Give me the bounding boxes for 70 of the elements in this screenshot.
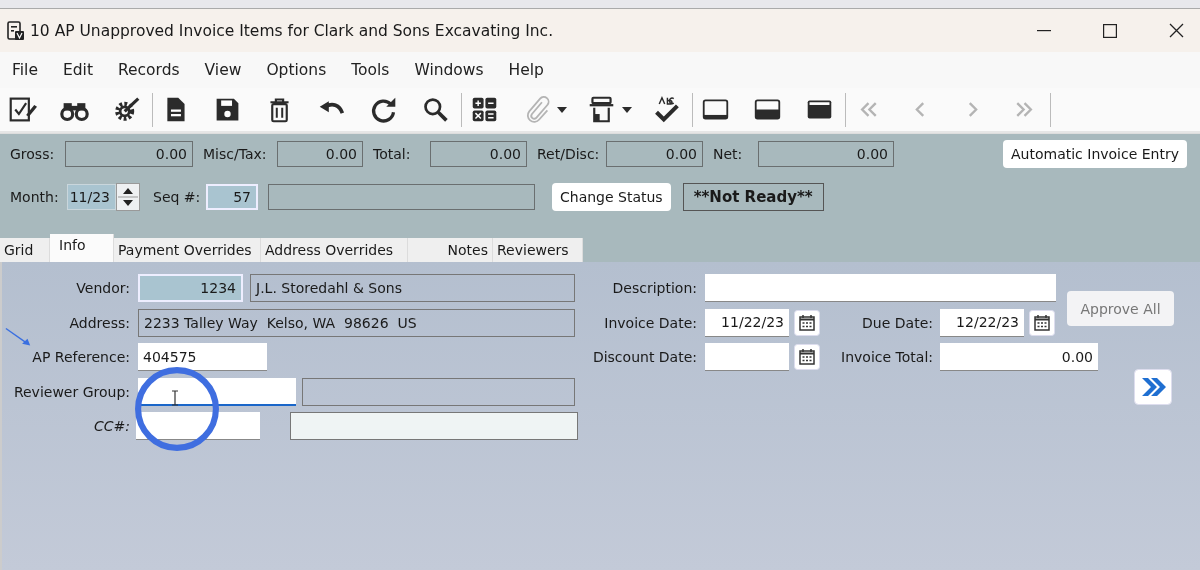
status-label: **Not Ready** <box>682 183 824 211</box>
due-date-field[interactable]: 12/22/23 <box>940 308 1024 337</box>
minimize-icon[interactable] <box>1037 29 1051 32</box>
text-cursor-icon <box>171 390 179 406</box>
field-label: Discount Date: <box>591 349 698 365</box>
month-field[interactable]: 11/23 <box>67 184 116 210</box>
field-label: Total: <box>373 146 412 162</box>
spellcheck-icon[interactable] <box>652 95 681 124</box>
calendar-icon[interactable] <box>794 309 820 336</box>
field-label: Reviewer Group: <box>12 383 131 400</box>
amount-field: 0.00 <box>277 141 363 167</box>
tab[interactable]: Info <box>50 234 114 262</box>
field-label: AP Reference: <box>31 349 131 365</box>
calendar-icon[interactable] <box>1029 309 1055 336</box>
menu-item[interactable]: Tools <box>351 61 390 79</box>
spinner-icon[interactable] <box>116 183 140 211</box>
field-label: Address: <box>68 314 131 331</box>
menu-item[interactable]: Windows <box>414 61 484 79</box>
field-label: Description: <box>611 280 698 296</box>
automatic-invoice-entry-button[interactable]: Automatic Invoice Entry <box>1003 140 1187 168</box>
tab[interactable]: Reviewers <box>493 238 583 262</box>
close-icon[interactable] <box>1169 23 1184 38</box>
menu-item[interactable]: Options <box>266 61 327 79</box>
sequence-field[interactable]: 57 <box>206 184 258 210</box>
field-label: Due Date: <box>861 314 934 331</box>
maximize-icon[interactable] <box>1103 23 1117 38</box>
description-field[interactable] <box>705 274 1056 302</box>
field-label: Misc/Tax: <box>203 146 268 162</box>
printer-icon[interactable] <box>587 95 616 124</box>
menu-item[interactable]: View <box>204 61 242 79</box>
amount-field: 0.00 <box>606 141 703 167</box>
amount-field: 0.00 <box>430 141 527 167</box>
menu-item[interactable]: Edit <box>62 61 93 79</box>
calculator-icon[interactable] <box>470 95 499 124</box>
reviewer-group-field[interactable] <box>138 377 296 406</box>
app-icon <box>7 20 25 41</box>
discount-date-field[interactable] <box>705 343 789 371</box>
field-label: CC#: <box>93 418 131 434</box>
invoice-total-field[interactable]: 0.00 <box>940 343 1098 371</box>
amount-field: 0.00 <box>758 141 894 167</box>
search-icon[interactable] <box>421 95 450 124</box>
menu-item[interactable]: File <box>12 61 38 79</box>
menu-item[interactable]: Records <box>117 61 180 79</box>
calendar-icon[interactable] <box>794 344 820 370</box>
tab[interactable]: Notes <box>408 238 493 262</box>
gear-icon[interactable] <box>112 95 141 124</box>
window-title: 10 AP Unapproved Invoice Items for Clark and Sons Excavating Inc. <box>30 21 554 40</box>
field-label: Month: <box>10 189 60 205</box>
ap-reference-field[interactable]: 404575 <box>138 343 267 371</box>
field-label: Gross: <box>10 146 56 162</box>
tab[interactable]: Address Overrides <box>261 238 408 262</box>
caret-icon[interactable] <box>557 106 567 113</box>
change-status-button[interactable]: Change Status <box>552 183 671 211</box>
address-field: 2233 Talley Way Kelso, WA 98626 US <box>138 308 575 337</box>
edit-icon[interactable] <box>8 95 37 124</box>
field-label: Seq #: <box>153 189 202 205</box>
amount-field: 0.00 <box>65 141 193 167</box>
tab[interactable]: Grid <box>0 238 50 262</box>
field-label: Ret/Disc: <box>537 146 601 162</box>
field-label: Invoice Date: <box>603 314 698 331</box>
field-label: Vendor: <box>75 280 131 296</box>
vendor-name-field: J.L. Storedahl & Sons <box>250 274 575 302</box>
vendor-field[interactable]: 1234 <box>138 274 243 302</box>
field-label: Net: <box>713 146 744 162</box>
field-label: Invoice Total: <box>840 349 934 365</box>
menu-item[interactable]: Help <box>508 61 544 79</box>
invoice-date-field[interactable]: 11/22/23 <box>705 308 789 337</box>
tab[interactable]: Payment Overrides <box>114 238 261 262</box>
caret-icon[interactable] <box>622 106 632 113</box>
double-chevron-right-icon[interactable] <box>1134 369 1172 405</box>
